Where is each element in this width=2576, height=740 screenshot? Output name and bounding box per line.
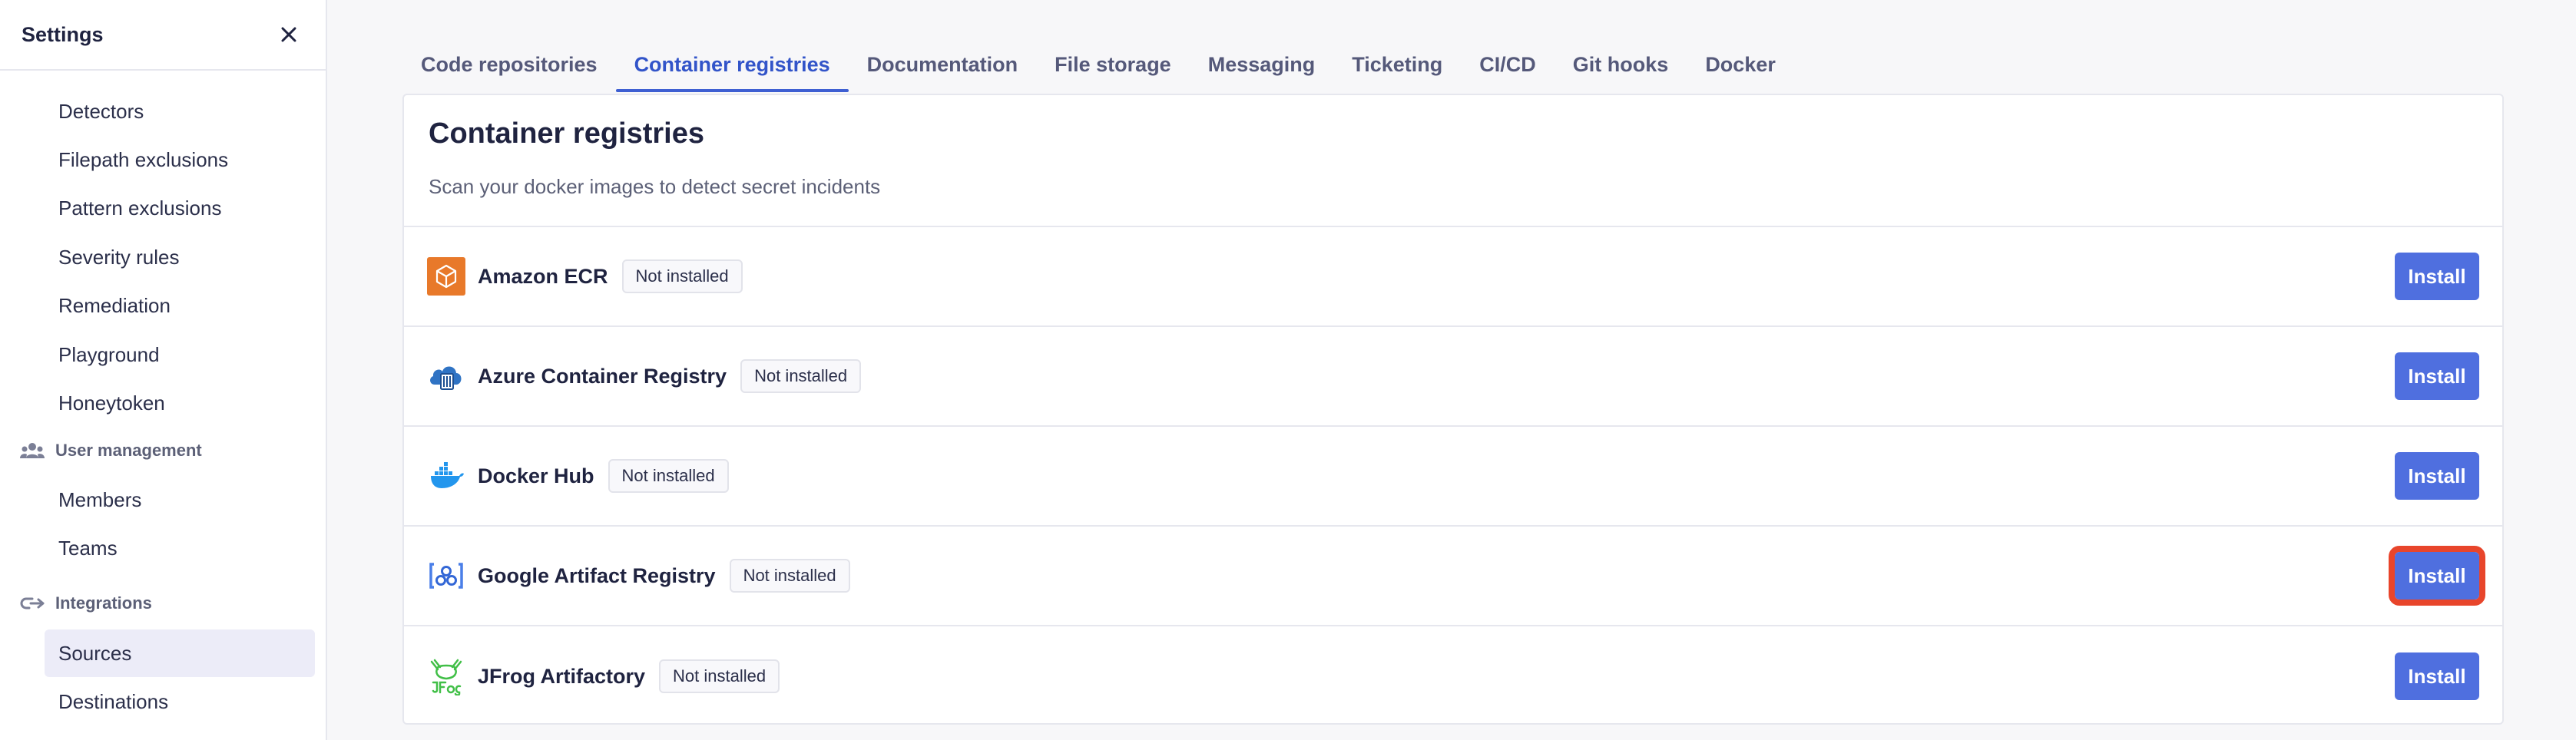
status-badge: Not installed bbox=[659, 659, 780, 693]
tab-label: Messaging bbox=[1207, 52, 1316, 76]
tab-messaging[interactable]: Messaging bbox=[1190, 37, 1334, 92]
registry-row-docker-hub: Docker Hub Not installed Install bbox=[404, 427, 2502, 527]
registry-name: JFrog Artifactory bbox=[478, 664, 646, 688]
tab-container-registries[interactable]: Container registries bbox=[615, 37, 849, 92]
panel-title: Container registries bbox=[429, 117, 704, 150]
tab-ticketing[interactable]: Ticketing bbox=[1333, 37, 1461, 92]
sidebar-section-label: User management bbox=[55, 441, 202, 460]
sidebar-item-teams[interactable]: Teams bbox=[45, 524, 315, 572]
sidebar-item-label: Severity rules bbox=[58, 245, 180, 269]
tab-label: CI/CD bbox=[1479, 52, 1536, 76]
sidebar-item-label: Pattern exclusions bbox=[58, 196, 222, 220]
tab-file-storage[interactable]: File storage bbox=[1036, 37, 1190, 92]
tab-label: File storage bbox=[1055, 52, 1171, 76]
integrations-icon bbox=[20, 597, 45, 610]
settings-sidebar: Settings Detectors Filepath exclusions P… bbox=[0, 0, 327, 740]
install-button-google-artifact-registry[interactable]: Install bbox=[2389, 546, 2485, 606]
tab-docker[interactable]: Docker bbox=[1687, 37, 1794, 92]
sidebar-item-label: Teams bbox=[58, 536, 118, 560]
install-button-azure-container-registry[interactable]: Install bbox=[2395, 352, 2479, 400]
tab-label: Code repositories bbox=[421, 52, 598, 76]
registry-name: Azure Container Registry bbox=[478, 364, 727, 388]
container-registries-panel: Container registries Scan your docker im… bbox=[402, 94, 2504, 725]
tab-ci-cd[interactable]: CI/CD bbox=[1461, 37, 1555, 92]
registry-name: Amazon ECR bbox=[478, 264, 608, 288]
amazon-ecr-icon bbox=[427, 257, 465, 296]
tab-label: Documentation bbox=[866, 52, 1018, 76]
integration-tabs: Code repositories Container registries D… bbox=[402, 37, 1794, 92]
install-button-docker-hub[interactable]: Install bbox=[2395, 452, 2479, 500]
registry-name: Docker Hub bbox=[478, 464, 594, 487]
sidebar-item-label: Honeytoken bbox=[58, 391, 165, 415]
sidebar-item-sources[interactable]: Sources bbox=[45, 629, 315, 677]
panel-header: Container registries Scan your docker im… bbox=[404, 95, 2502, 227]
sidebar-item-destinations[interactable]: Destinations bbox=[45, 678, 315, 725]
registry-row-google-artifact-registry: Google Artifact Registry Not installed I… bbox=[404, 527, 2502, 626]
status-badge: Not installed bbox=[740, 359, 862, 393]
sidebar-item-label: Members bbox=[58, 487, 142, 511]
sidebar-item-label: Playground bbox=[58, 342, 160, 366]
panel-subtitle: Scan your docker images to detect secret… bbox=[429, 174, 881, 198]
sidebar-item-filepath-exclusions[interactable]: Filepath exclusions bbox=[45, 136, 315, 183]
docker-hub-icon bbox=[427, 457, 465, 495]
sidebar-title: Settings bbox=[22, 22, 104, 46]
tab-label: Container registries bbox=[634, 52, 830, 76]
sidebar-item-label: Detectors bbox=[58, 99, 144, 123]
sidebar-item-pattern-exclusions[interactable]: Pattern exclusions bbox=[45, 184, 315, 232]
sidebar-item-playground[interactable]: Playground bbox=[45, 331, 315, 378]
sidebar-item-label: Remediation bbox=[58, 293, 171, 317]
tab-documentation[interactable]: Documentation bbox=[849, 37, 1037, 92]
tab-git-hooks[interactable]: Git hooks bbox=[1555, 37, 1687, 92]
tab-code-repositories[interactable]: Code repositories bbox=[402, 37, 616, 92]
registry-row-azure-container-registry: Azure Container Registry Not installed I… bbox=[404, 327, 2502, 427]
sidebar-item-remediation[interactable]: Remediation bbox=[45, 282, 315, 329]
status-badge: Not installed bbox=[608, 459, 729, 493]
install-button-jfrog-artifactory[interactable]: Install bbox=[2395, 652, 2479, 700]
sidebar-item-honeytoken[interactable]: Honeytoken bbox=[45, 379, 315, 427]
google-artifact-registry-icon bbox=[427, 557, 465, 595]
registry-name: Google Artifact Registry bbox=[478, 563, 716, 587]
close-icon[interactable] bbox=[273, 19, 304, 50]
sidebar-section-integrations: Integrations bbox=[20, 593, 152, 613]
install-button-amazon-ecr[interactable]: Install bbox=[2395, 253, 2479, 300]
sidebar-item-label: Destinations bbox=[58, 689, 169, 713]
sidebar-item-severity-rules[interactable]: Severity rules bbox=[45, 233, 315, 281]
sidebar-section-user-management: User management bbox=[20, 441, 202, 461]
sidebar-item-label: Sources bbox=[58, 641, 132, 665]
sidebar-item-detectors[interactable]: Detectors bbox=[45, 88, 315, 135]
users-icon bbox=[20, 443, 45, 458]
sidebar-item-members[interactable]: Members bbox=[45, 476, 315, 524]
jfrog-artifactory-icon bbox=[427, 657, 465, 695]
sidebar-header: Settings bbox=[0, 0, 326, 71]
sidebar-section-label: Integrations bbox=[55, 593, 152, 613]
tab-label: Ticketing bbox=[1352, 52, 1443, 76]
sidebar-item-label: Filepath exclusions bbox=[58, 147, 229, 171]
registry-row-jfrog-artifactory: JFrog Artifactory Not installed Install bbox=[404, 626, 2502, 726]
status-badge: Not installed bbox=[729, 559, 850, 593]
azure-container-registry-icon bbox=[427, 357, 465, 395]
tab-label: Docker bbox=[1705, 52, 1776, 76]
tab-label: Git hooks bbox=[1572, 52, 1669, 76]
status-badge: Not installed bbox=[621, 259, 743, 293]
registry-row-amazon-ecr: Amazon ECR Not installed Install bbox=[404, 227, 2502, 327]
